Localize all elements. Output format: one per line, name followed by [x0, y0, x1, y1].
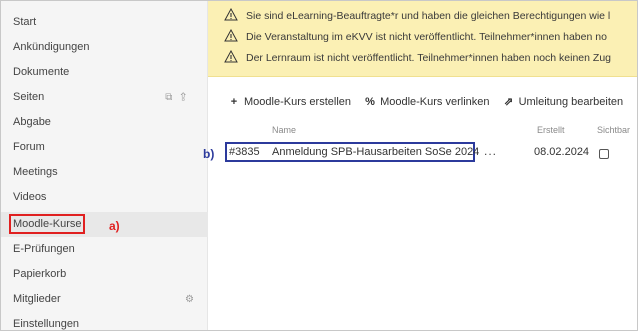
sidebar-item-videos[interactable]: Videos: [1, 185, 208, 210]
warning-row: Der Lernraum ist nicht veröffentlicht. T…: [224, 49, 611, 68]
sidebar-item-mitglieder[interactable]: Mitglieder ⚙: [1, 287, 208, 312]
warning-icon: [224, 8, 238, 21]
gear-icon[interactable]: ⚙: [185, 287, 194, 312]
sidebar-item-moodle-kurse[interactable]: Moodle-Kurse: [1, 212, 208, 237]
warning-icon: [224, 29, 238, 42]
course-toolbar: + Moodle-Kurs erstellen % Moodle-Kurs verl…: [228, 95, 633, 113]
create-moodle-course-button[interactable]: + Moodle-Kurs erstellen: [228, 96, 351, 108]
link-icon: %: [365, 96, 375, 108]
sidebar-item-ankuendigungen[interactable]: Ankündigungen: [1, 35, 208, 60]
edit-redirect-button[interactable]: ⇗ Umleitung bearbeiten: [503, 95, 623, 108]
link-moodle-course-button[interactable]: % Moodle-Kurs verlinken: [364, 96, 489, 108]
sidebar-item-einstellungen[interactable]: Einstellungen: [1, 312, 208, 330]
course-name-link[interactable]: Anmeldung SPB-Hausarbeiten SoSe 2024: [272, 146, 479, 158]
warning-banner: Sie sind eLearning-Beauftragte*r und hab…: [208, 1, 637, 77]
column-header-name[interactable]: Name: [272, 125, 296, 135]
course-created-date: 08.02.2024: [534, 146, 590, 158]
column-header-created[interactable]: Erstellt: [537, 125, 565, 135]
sidebar: Start Ankündigungen Dokumente Seiten ⧉⇪ …: [1, 1, 208, 330]
sidebar-item-tools: ⧉⇪: [165, 85, 194, 110]
plus-icon: +: [230, 96, 238, 108]
sidebar-item-start[interactable]: Start: [1, 10, 208, 35]
row-menu-button[interactable]: ...: [484, 144, 497, 158]
sidebar-item-dokumente[interactable]: Dokumente: [1, 60, 208, 85]
warning-icon: [224, 50, 238, 63]
sidebar-item-forum[interactable]: Forum: [1, 135, 208, 160]
sidebar-item-e-pruefungen[interactable]: E-Prüfungen: [1, 237, 208, 262]
visible-checkbox[interactable]: [599, 149, 609, 159]
sidebar-item-seiten[interactable]: Seiten ⧉⇪: [1, 85, 208, 110]
column-header-visible[interactable]: Sichtbar: [597, 125, 630, 135]
course-id: #3835: [229, 146, 260, 158]
warning-row: Sie sind eLearning-Beauftragte*r und hab…: [224, 7, 610, 26]
annotation-a: a): [109, 219, 120, 233]
sidebar-item-meetings[interactable]: Meetings: [1, 160, 208, 185]
sidebar-item-papierkorb[interactable]: Papierkorb: [1, 262, 208, 287]
annotation-b: b): [203, 147, 215, 161]
app-frame: Start Ankündigungen Dokumente Seiten ⧉⇪ …: [0, 0, 638, 331]
sidebar-item-abgabe[interactable]: Abgabe: [1, 110, 208, 135]
external-link-icon: ⇗: [503, 96, 514, 108]
upload-icon[interactable]: ⇪: [180, 92, 194, 103]
warning-row: Die Veranstaltung im eKVV ist nicht verö…: [224, 28, 607, 47]
copy-icon[interactable]: ⧉: [165, 92, 180, 103]
